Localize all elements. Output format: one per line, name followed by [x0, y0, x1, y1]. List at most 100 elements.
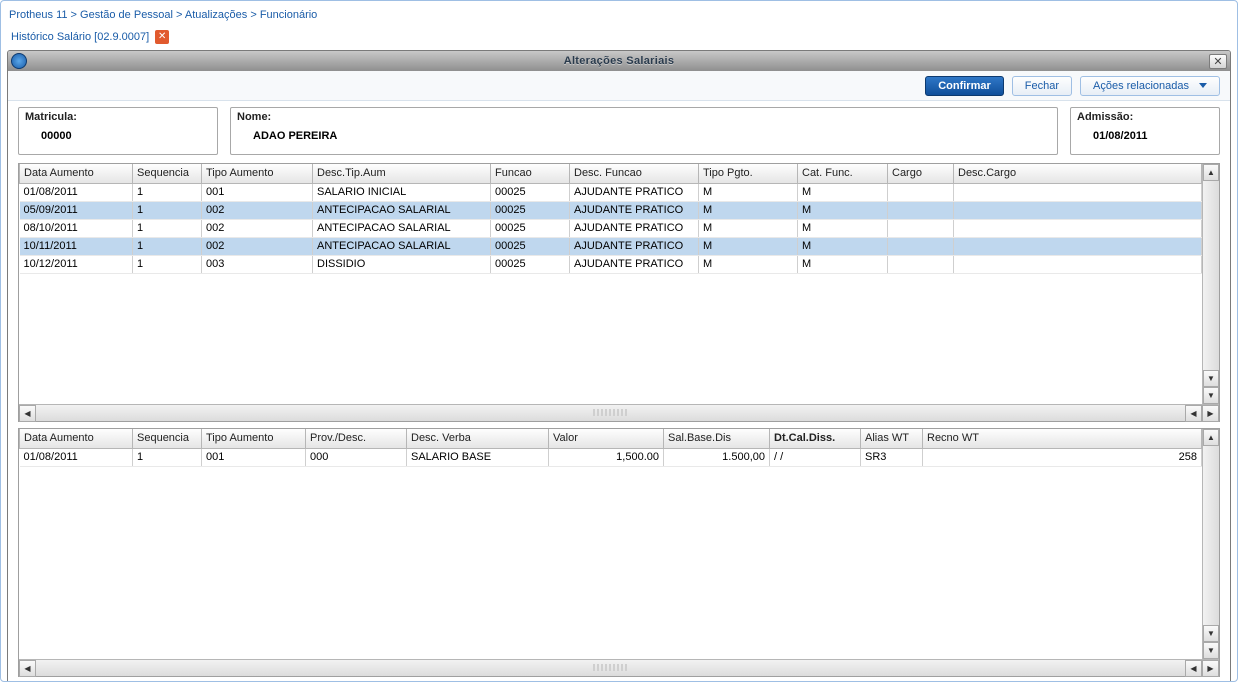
matricula-group: Matricula: 00000	[18, 107, 218, 155]
tab-bar: Histórico Salário [02.9.0007] ✕	[1, 27, 1237, 48]
cell: 08/10/2011	[20, 219, 133, 237]
cell: 1	[133, 237, 202, 255]
table-row[interactable]: 05/09/20111002ANTECIPACAO SALARIAL00025A…	[20, 201, 1202, 219]
admissao-label: Admissão:	[1077, 111, 1133, 123]
breadcrumb[interactable]: Protheus 11 > Gestão de Pessoal > Atuali…	[1, 1, 1237, 27]
scroll-right2-icon[interactable]: ▶	[1202, 405, 1219, 422]
cell: 00025	[491, 255, 570, 273]
cell: 05/09/2011	[20, 201, 133, 219]
scroll-down-icon[interactable]: ▼	[1203, 370, 1219, 387]
cell: 258	[923, 448, 1202, 466]
column-header[interactable]: Data Aumento	[20, 429, 133, 448]
column-header[interactable]: Tipo Aumento	[202, 429, 306, 448]
close-icon[interactable]: ✕	[155, 30, 169, 44]
column-header[interactable]: Desc.Cargo	[954, 164, 1202, 183]
chevron-down-icon	[1199, 83, 1207, 88]
table-row[interactable]: 08/10/20111002ANTECIPACAO SALARIAL00025A…	[20, 219, 1202, 237]
table-row[interactable]: 01/08/20111001000SALARIO BASE1,500.001.5…	[20, 448, 1202, 466]
column-header[interactable]: Cat. Func.	[798, 164, 888, 183]
salary-detail-grid[interactable]: Data AumentoSequenciaTipo AumentoProv./D…	[18, 428, 1220, 677]
scroll-track-h[interactable]	[36, 660, 1185, 676]
cell: 002	[202, 201, 313, 219]
cell: AJUDANTE PRATICO	[570, 255, 699, 273]
confirm-button[interactable]: Confirmar	[925, 76, 1004, 96]
tab-historico-salario[interactable]: Histórico Salário [02.9.0007] ✕	[7, 27, 173, 48]
toolbar: Confirmar Fechar Ações relacionadas	[8, 71, 1230, 101]
cell: 01/08/2011	[20, 448, 133, 466]
horizontal-scrollbar[interactable]: ◀ ◀ ▶	[19, 404, 1219, 421]
scroll-down2-icon[interactable]: ▼	[1203, 387, 1219, 404]
cell: AJUDANTE PRATICO	[570, 237, 699, 255]
grip-icon	[593, 409, 629, 416]
horizontal-scrollbar[interactable]: ◀ ◀ ▶	[19, 659, 1219, 676]
column-header[interactable]: Valor	[549, 429, 664, 448]
cell: 00025	[491, 237, 570, 255]
cell: 001	[202, 448, 306, 466]
main-window: Protheus 11 > Gestão de Pessoal > Atuali…	[0, 0, 1238, 682]
nome-label: Nome:	[237, 111, 271, 123]
cell: 1	[133, 183, 202, 201]
column-header[interactable]: Prov./Desc.	[306, 429, 407, 448]
cell: 10/12/2011	[20, 255, 133, 273]
cell: 00025	[491, 183, 570, 201]
vertical-scrollbar[interactable]: ▲ ▼ ▼	[1202, 164, 1219, 404]
cell: 003	[202, 255, 313, 273]
title-bar: Alterações Salariais ✕	[8, 51, 1230, 71]
cell: 002	[202, 237, 313, 255]
column-header[interactable]: Sequencia	[133, 429, 202, 448]
cell: 002	[202, 219, 313, 237]
admissao-value[interactable]: 01/08/2011	[1079, 130, 1147, 142]
column-header[interactable]: Alias WT	[861, 429, 923, 448]
cell: M	[798, 219, 888, 237]
column-header[interactable]: Desc. Funcao	[570, 164, 699, 183]
scroll-up-icon[interactable]: ▲	[1203, 164, 1219, 181]
column-header[interactable]: Cargo	[888, 164, 954, 183]
scroll-track-h[interactable]	[36, 405, 1185, 421]
related-actions-button[interactable]: Ações relacionadas	[1080, 76, 1220, 96]
cell: M	[798, 237, 888, 255]
cell	[888, 237, 954, 255]
cell: SALARIO INICIAL	[313, 183, 491, 201]
cell: M	[798, 255, 888, 273]
column-header[interactable]: Sequencia	[133, 164, 202, 183]
column-header[interactable]: Desc. Verba	[407, 429, 549, 448]
cell: M	[699, 255, 798, 273]
column-header[interactable]: Recno WT	[923, 429, 1202, 448]
column-header[interactable]: Sal.Base.Dis	[664, 429, 770, 448]
cell	[954, 183, 1202, 201]
scroll-right-icon[interactable]: ◀	[1185, 405, 1202, 422]
column-header[interactable]: Funcao	[491, 164, 570, 183]
scroll-right2-icon[interactable]: ▶	[1202, 660, 1219, 677]
scroll-down-icon[interactable]: ▼	[1203, 625, 1219, 642]
cell: M	[798, 201, 888, 219]
scroll-track[interactable]	[1203, 181, 1219, 370]
scroll-down2-icon[interactable]: ▼	[1203, 642, 1219, 659]
cell: M	[699, 237, 798, 255]
scroll-up-icon[interactable]: ▲	[1203, 429, 1219, 446]
table-row[interactable]: 01/08/20111001SALARIO INICIAL00025AJUDAN…	[20, 183, 1202, 201]
column-header[interactable]: Data Aumento	[20, 164, 133, 183]
cell: 00025	[491, 219, 570, 237]
nome-value[interactable]: ADAO PEREIRA	[239, 130, 337, 142]
close-button[interactable]: Fechar	[1012, 76, 1072, 96]
scroll-left-icon[interactable]: ◀	[19, 405, 36, 422]
cell: SR3	[861, 448, 923, 466]
cell: 000	[306, 448, 407, 466]
vertical-scrollbar[interactable]: ▲ ▼ ▼	[1202, 429, 1219, 659]
scroll-left-icon[interactable]: ◀	[19, 660, 36, 677]
cell: AJUDANTE PRATICO	[570, 201, 699, 219]
table-row[interactable]: 10/12/20111003DISSIDIO00025AJUDANTE PRAT…	[20, 255, 1202, 273]
scroll-track[interactable]	[1203, 446, 1219, 625]
column-header[interactable]: Desc.Tip.Aum	[313, 164, 491, 183]
scroll-right-icon[interactable]: ◀	[1185, 660, 1202, 677]
cell: M	[699, 201, 798, 219]
column-header[interactable]: Tipo Aumento	[202, 164, 313, 183]
cell	[954, 237, 1202, 255]
cell: 1	[133, 448, 202, 466]
matricula-value[interactable]: 00000	[27, 130, 72, 142]
column-header[interactable]: Tipo Pgto.	[699, 164, 798, 183]
cell: 001	[202, 183, 313, 201]
salary-history-grid[interactable]: Data AumentoSequenciaTipo AumentoDesc.Ti…	[18, 163, 1220, 422]
table-row[interactable]: 10/11/20111002ANTECIPACAO SALARIAL00025A…	[20, 237, 1202, 255]
column-header[interactable]: Dt.Cal.Diss.	[770, 429, 861, 448]
